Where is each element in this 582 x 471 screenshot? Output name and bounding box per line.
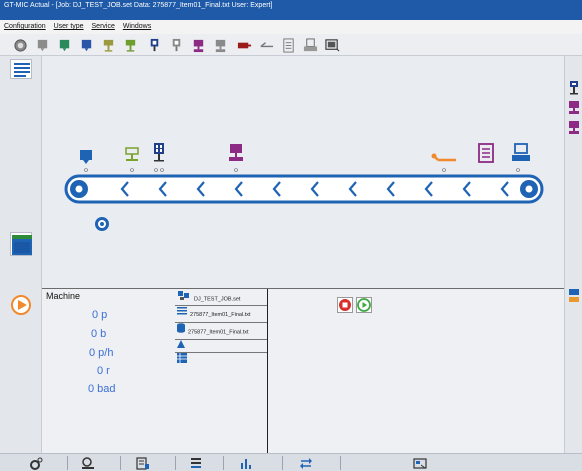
data-file-row-1[interactable]: 275877_Item01_Final.txt [175,306,268,323]
stat-pieces-per-hour: 0 p/h [89,347,114,359]
bottom-panel: Machine 0 p 0 b 0 p/h 0 r 0 bad DJ_TEST_… [42,289,564,453]
statistics-icon[interactable] [234,456,258,470]
triangle-icon [177,340,185,352]
toolbar [0,34,582,56]
purple-press-station-icon[interactable] [229,144,243,172]
stat-rejects: 0 r [97,365,110,377]
file-list: DJ_TEST_JOB.set 275877_Item01_Final.txt … [175,289,268,367]
start-button[interactable] [356,297,372,313]
stat-bad: 0 bad [88,383,116,395]
menu-bar: Configuration User type Service Windows [0,20,582,34]
stack-icon[interactable] [280,37,297,54]
rotation-indicator-icon[interactable] [95,217,109,231]
conveyor-diagram [64,143,544,231]
blue-pump-station-icon[interactable] [80,150,92,172]
red-sled-icon[interactable] [236,37,253,54]
green-pump-icon[interactable] [56,37,73,54]
right-station-icon-2[interactable] [567,100,581,116]
toolbar-separator [175,456,176,470]
job-file-name: DJ_TEST_JOB.set [194,296,241,303]
document-chart-icon[interactable] [131,456,155,470]
right-tool-strip [564,56,582,453]
right-station-icon-1[interactable] [567,80,581,96]
menu-windows[interactable]: Windows [123,23,151,30]
grid-row[interactable] [175,353,268,367]
green-station-icon[interactable] [125,147,139,172]
stat-pieces: 0 p [92,309,108,321]
right-station-icon-4[interactable] [567,288,581,304]
play-circle-icon[interactable] [10,294,32,316]
blue-pump-icon[interactable] [78,37,95,54]
data-file-row-2[interactable]: 275877_Item01_Final.txt [175,323,268,340]
orange-lever-station-icon[interactable] [431,153,457,172]
menu-user-type[interactable]: User type [54,23,84,30]
inspect-icon[interactable] [76,456,100,470]
bottom-toolbar [0,453,582,471]
lines-icon [177,306,187,322]
green-station-icon[interactable] [122,37,139,54]
toolbar-separator [282,456,283,470]
printer-icon[interactable] [302,37,319,54]
dark-blue-station-icon[interactable] [154,143,164,172]
stat-batches: 0 b [91,328,107,340]
toolbar-separator [67,456,68,470]
data-file-name-1: 275877_Item01_Final.txt [190,311,251,318]
blue-output-station-icon[interactable] [512,143,530,172]
panel-divider [267,289,268,453]
job-file-row[interactable]: DJ_TEST_JOB.set [175,289,268,306]
home-icon[interactable] [12,37,29,54]
data-file-name-2: 275877_Item01_Final.txt [188,329,249,336]
transfer-icon[interactable] [294,456,318,470]
monitor-icon[interactable] [324,37,341,54]
machine-title: Machine [46,291,81,301]
grey-station-icon[interactable] [168,37,185,54]
lever-icon[interactable] [258,37,275,54]
window-title-bar: GT-MIC Actual - [Job: DJ_TEST_JOB.set Da… [0,0,582,20]
purple-station-icon[interactable] [190,37,207,54]
stop-button[interactable] [337,297,353,313]
right-station-icon-3[interactable] [567,120,581,136]
window-title: GT-MIC Actual - [Job: DJ_TEST_JOB.set Da… [4,2,273,9]
toolbar-separator [223,456,224,470]
menu-service[interactable]: Service [92,23,115,30]
window-view-icon[interactable] [10,232,32,256]
menu-configuration[interactable]: Configuration [4,23,46,30]
list-view-icon[interactable] [10,59,32,79]
machine-canvas [42,56,564,289]
purple-stack-station-icon[interactable] [478,143,494,163]
toolbar-separator [340,456,341,470]
job-file-icon [177,289,191,305]
grey-pump-icon[interactable] [34,37,51,54]
data-list-icon[interactable] [184,456,208,470]
left-tool-strip-bottom [0,289,42,453]
grey-press-icon[interactable] [212,37,229,54]
grid-icon [177,353,187,367]
toolbar-separator [120,456,121,470]
triangle-row[interactable] [175,340,268,353]
database-icon [177,323,185,339]
dark-station-icon[interactable] [146,37,163,54]
conveyor-belt[interactable] [64,174,544,204]
yellow-station-icon[interactable] [100,37,117,54]
transfer-document-icon[interactable] [408,456,432,470]
settings-gear-icon[interactable] [24,456,48,470]
left-tool-strip [0,56,42,289]
